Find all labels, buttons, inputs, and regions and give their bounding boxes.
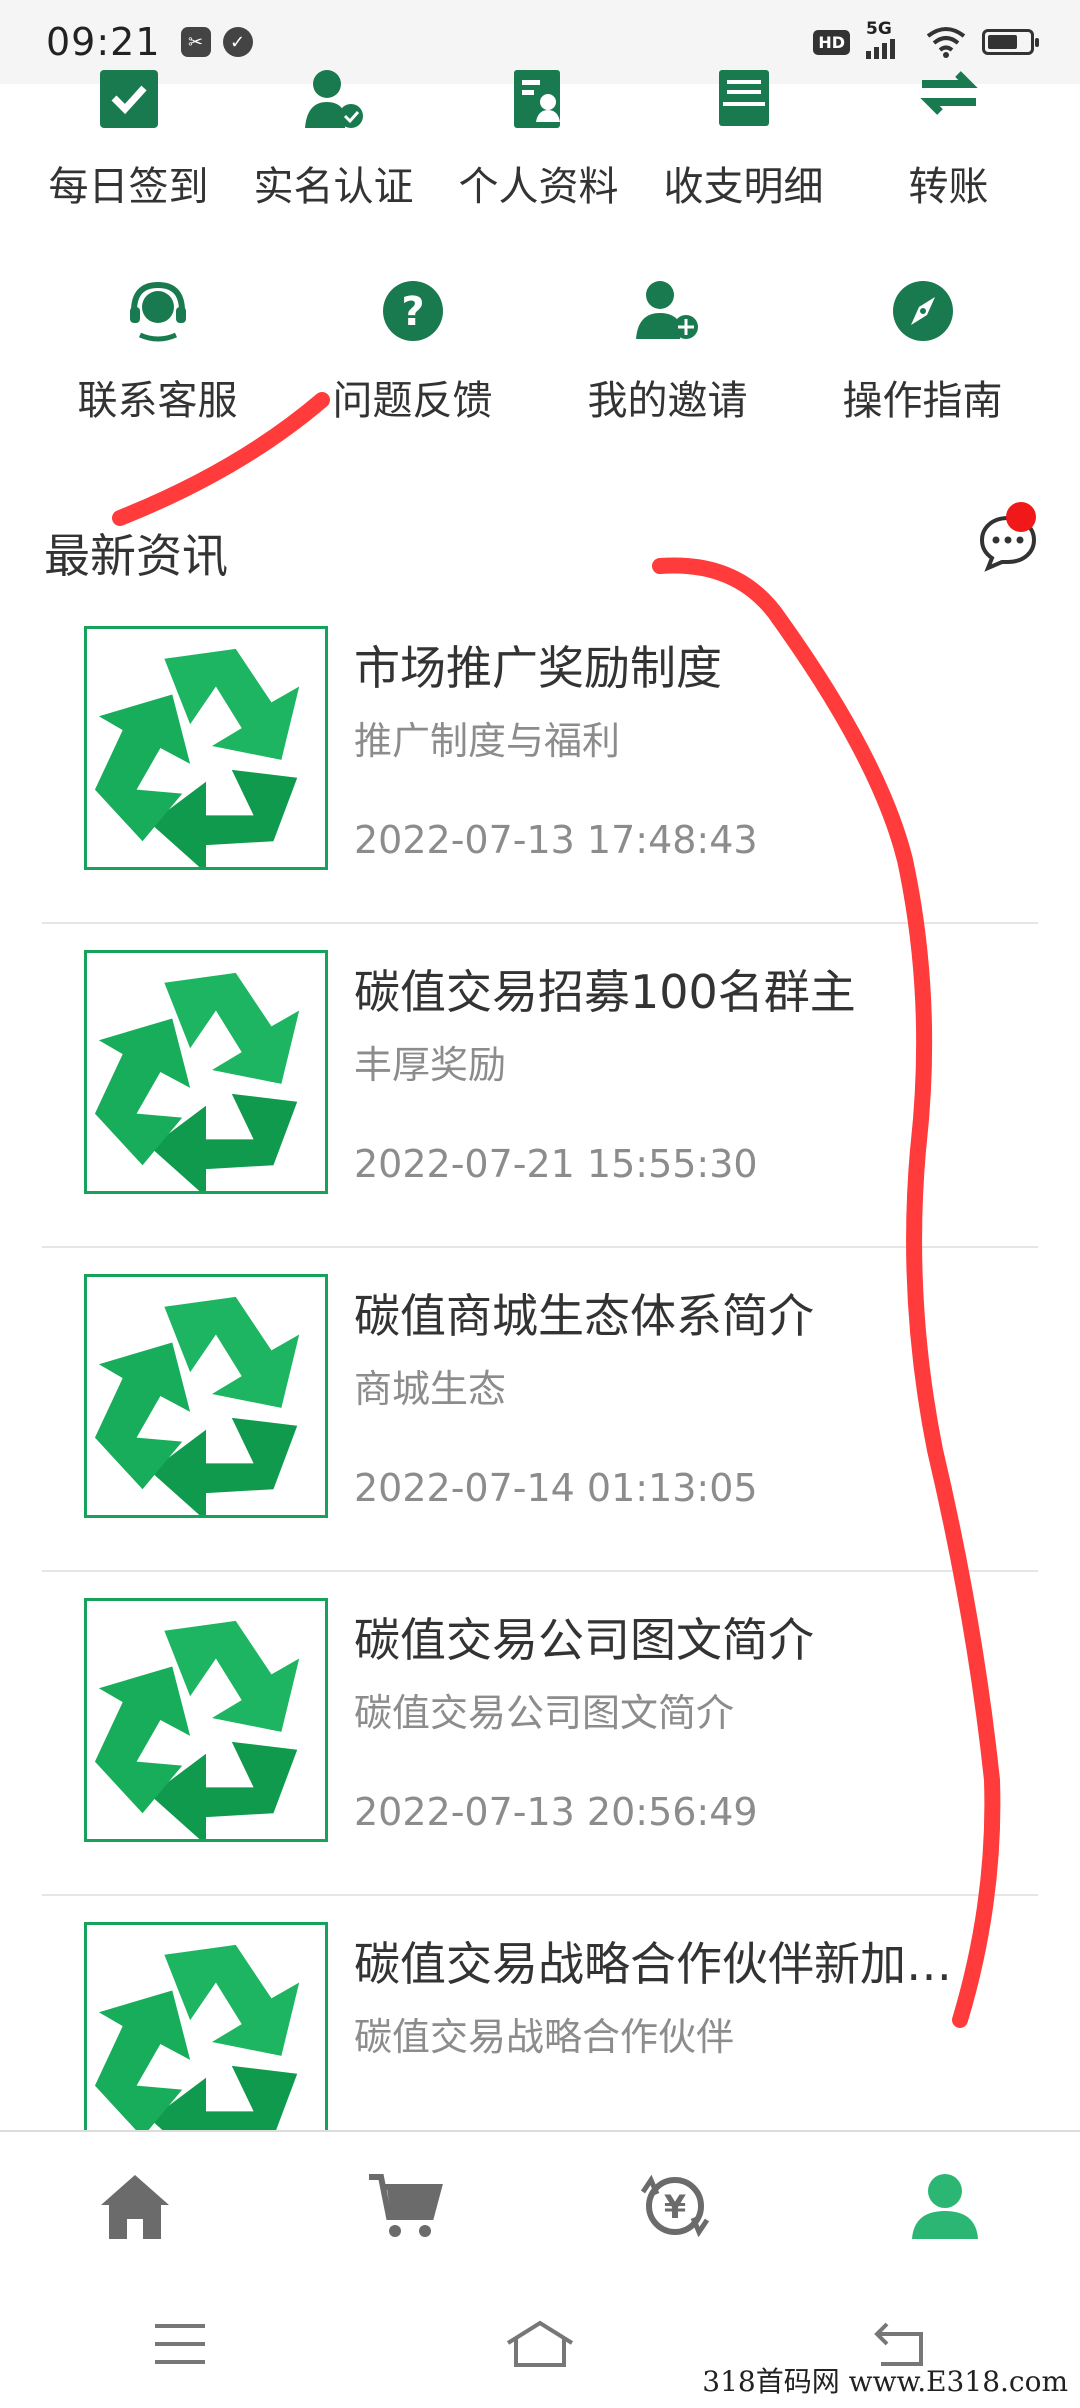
tab-mine[interactable] [810, 2132, 1080, 2280]
menu-item-transfer[interactable]: 转账 [846, 70, 1051, 212]
tab-shop[interactable] [270, 2132, 540, 2280]
nav-home-button[interactable] [360, 2280, 720, 2408]
menu-item-feedback[interactable]: ? 问题反馈 [285, 278, 540, 426]
compass-icon [890, 278, 956, 344]
svg-text:?: ? [401, 289, 424, 335]
exchange-yen-icon: ¥ [640, 2174, 710, 2238]
news-title: 碳值交易招募100名群主 [354, 965, 856, 1019]
tab-exchange[interactable]: ¥ [540, 2132, 810, 2280]
menu-item-daily-checkin[interactable]: 每日签到 [26, 70, 231, 212]
recycle-icon [94, 1944, 300, 2163]
news-item[interactable]: 碳值交易公司图文简介 碳值交易公司图文简介 2022-07-13 20:56:4… [42, 1572, 1038, 1896]
screen: { "status_bar": { "time": "09:21", "badg… [0, 0, 1080, 2408]
nav-menu-button[interactable] [0, 2280, 360, 2408]
menu-item-profile[interactable]: 个人资料 [436, 70, 641, 212]
news-date: 2022-07-13 17:48:43 [354, 818, 758, 862]
menu-item-guide[interactable]: 操作指南 [795, 278, 1050, 426]
home-icon [101, 2175, 169, 2239]
status-time: 09:21 [46, 20, 161, 64]
unread-badge [1006, 502, 1036, 532]
app-notification-icon: ✂ [180, 27, 211, 57]
svg-text:¥: ¥ [664, 2188, 686, 2226]
signal-icon: 5G [866, 19, 910, 59]
user-verified-icon [301, 70, 367, 130]
recycle-thumbnail [84, 950, 328, 1194]
news-title: 碳值商城生态体系简介 [354, 1289, 814, 1343]
bottom-tab-bar: ¥ [0, 2130, 1080, 2280]
recycle-icon [94, 1296, 300, 1515]
recycle-thumbnail [84, 1274, 328, 1518]
section-title: 最新资讯 [44, 529, 228, 583]
menu-item-realname[interactable]: 实名认证 [231, 70, 436, 212]
wifi-icon [926, 27, 966, 58]
question-circle-icon: ? [380, 278, 446, 344]
news-subtitle: 推广制度与福利 [354, 719, 621, 763]
menu-item-customer-service[interactable]: 联系客服 [30, 278, 285, 426]
menu-item-transactions[interactable]: 收支明细 [641, 70, 846, 212]
recycle-icon [94, 648, 300, 867]
news-date: 2022-07-13 20:56:49 [354, 1790, 758, 1834]
calendar-check-icon [96, 70, 162, 130]
headset-icon [125, 278, 191, 344]
watermark: 318首码网 www.E318.com [702, 2365, 1068, 2398]
news-date: 2022-07-14 01:13:05 [354, 1466, 758, 1510]
transfer-arrows-icon [916, 70, 982, 130]
menu-row-2: 联系客服 ? 问题反馈 我的邀请 操作指南 [0, 278, 1080, 426]
news-subtitle: 碳值交易公司图文简介 [354, 1691, 735, 1735]
profile-card-icon [506, 70, 572, 130]
battery-icon [982, 29, 1039, 55]
news-item[interactable]: 碳值交易招募100名群主 丰厚奖励 2022-07-21 15:55:30 [42, 924, 1038, 1248]
check-notification-icon: ✓ [222, 27, 253, 57]
user-add-icon [635, 278, 701, 344]
recycle-thumbnail [84, 626, 328, 870]
cart-icon [369, 2174, 443, 2237]
news-subtitle: 商城生态 [354, 1367, 507, 1411]
menu-row-1: 每日签到 实名认证 个人资料 收支明细 转账 [0, 70, 1080, 212]
news-item[interactable]: 碳值商城生态体系简介 商城生态 2022-07-14 01:13:05 [42, 1248, 1038, 1572]
news-item[interactable]: 市场推广奖励制度 推广制度与福利 2022-07-13 17:48:43 [42, 600, 1038, 924]
recycle-icon [94, 1620, 300, 1839]
menu-icon [155, 2324, 205, 2364]
news-subtitle: 碳值交易战略合作伙伴 [354, 2015, 735, 2059]
menu-item-invitations[interactable]: 我的邀请 [540, 278, 795, 426]
recycle-icon [94, 972, 300, 1191]
news-title: 市场推广奖励制度 [354, 641, 722, 695]
ledger-tray-icon [711, 70, 777, 130]
hd-icon: HD [813, 29, 850, 55]
tab-home[interactable] [0, 2132, 270, 2280]
user-icon [912, 2174, 978, 2239]
news-title: 碳值交易公司图文简介 [354, 1613, 814, 1667]
news-date: 2022-07-21 15:55:30 [354, 1142, 758, 1186]
news-list: 市场推广奖励制度 推广制度与福利 2022-07-13 17:48:43 碳值交… [42, 600, 1038, 2220]
recycle-thumbnail [84, 1598, 328, 1842]
news-title: 碳值交易战略合作伙伴新加… [354, 1937, 952, 1991]
news-subtitle: 丰厚奖励 [354, 1043, 507, 1087]
home-outline-icon [506, 2320, 574, 2367]
